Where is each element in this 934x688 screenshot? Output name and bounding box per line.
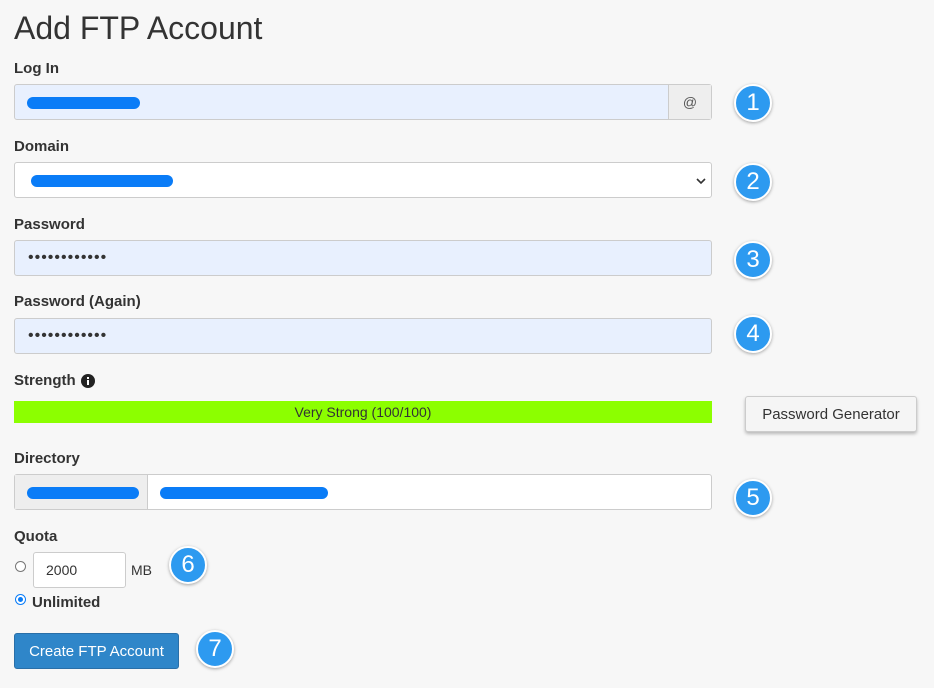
domain-select[interactable] bbox=[14, 162, 712, 198]
directory-label: Directory bbox=[14, 450, 80, 467]
redacted-username bbox=[27, 97, 140, 109]
step-badge-7: 7 bbox=[196, 630, 234, 668]
page-title: Add FTP Account bbox=[14, 10, 263, 46]
redacted-home-path bbox=[27, 487, 139, 499]
domain-label: Domain bbox=[14, 138, 70, 155]
strength-meter: Very Strong (100/100) bbox=[14, 401, 712, 423]
step-badge-1: 1 bbox=[734, 84, 772, 122]
step-badge-3: 3 bbox=[734, 241, 772, 279]
quota-label: Quota bbox=[14, 528, 58, 545]
directory-input[interactable] bbox=[148, 475, 711, 509]
directory-group bbox=[14, 474, 712, 510]
quota-unlimited-radio[interactable] bbox=[15, 594, 26, 605]
step-badge-4: 4 bbox=[734, 315, 772, 353]
password-again-value: •••••••••••• bbox=[28, 327, 108, 344]
password-value: •••••••••••• bbox=[28, 249, 108, 266]
quota-limited-radio[interactable] bbox=[15, 561, 26, 572]
password-generator-button[interactable]: Password Generator bbox=[745, 396, 917, 432]
strength-label-row: Strength bbox=[14, 372, 95, 389]
password-input[interactable]: •••••••••••• bbox=[14, 240, 712, 276]
directory-prefix bbox=[15, 475, 148, 509]
quota-input[interactable]: 2000 bbox=[33, 552, 126, 588]
redacted-domain bbox=[31, 175, 173, 187]
strength-label: Strength bbox=[14, 372, 76, 389]
strength-text: Very Strong (100/100) bbox=[294, 404, 432, 420]
login-label: Log In bbox=[14, 60, 59, 77]
redacted-directory bbox=[160, 487, 328, 499]
step-badge-2: 2 bbox=[734, 163, 772, 201]
step-badge-5: 5 bbox=[734, 479, 772, 517]
info-icon[interactable] bbox=[80, 373, 95, 388]
quota-unit: MB bbox=[131, 562, 152, 578]
step-badge-6: 6 bbox=[169, 546, 207, 584]
login-input[interactable]: @ bbox=[14, 84, 712, 120]
at-sign-addon: @ bbox=[668, 85, 711, 119]
password-label: Password bbox=[14, 216, 85, 233]
quota-unlimited-label[interactable]: Unlimited bbox=[32, 594, 100, 611]
password-again-label: Password (Again) bbox=[14, 293, 141, 310]
chevron-down-icon bbox=[696, 178, 706, 185]
password-again-input[interactable]: •••••••••••• bbox=[14, 318, 712, 354]
create-ftp-account-button[interactable]: Create FTP Account bbox=[14, 633, 179, 669]
